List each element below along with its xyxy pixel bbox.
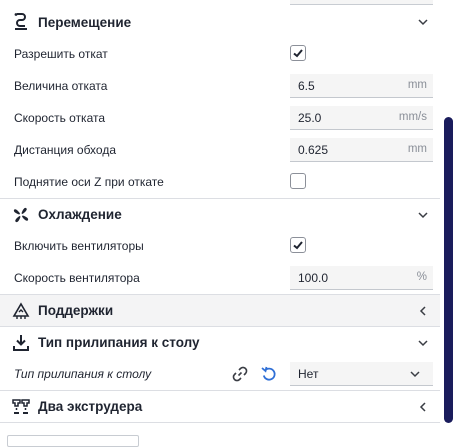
check-icon [293,241,303,250]
vertical-scrollbar[interactable] [444,117,453,423]
dual-extruder-icon [12,398,30,416]
section-header-travel[interactable]: Перемещение [0,6,440,38]
retraction-amount-field[interactable]: 6.5 mm [290,74,433,98]
setting-row-retraction-amount: Величина отката 6.5 mm [0,70,440,102]
field-value: 25.0 [298,111,322,125]
setting-row-fan-enable: Включить вентиляторы [0,230,440,262]
section-header-adhesion[interactable]: Тип прилипания к столу [0,326,440,358]
field-value: 100.0 [298,271,329,285]
previous-setting-field[interactable] [290,0,433,5]
section-header-support[interactable]: Поддержки [0,294,440,326]
fan-speed-field[interactable]: 100.0 % [290,266,433,290]
field-unit: mm [407,143,427,155]
chevron-down-icon[interactable] [416,208,430,222]
field-unit: mm [407,79,427,91]
reset-icon[interactable] [260,365,278,383]
setting-row-z-hop: Поднятие оси Z при откате [0,166,440,198]
setting-label: Скорость вентилятора [14,271,140,285]
section-divider [0,422,440,424]
travel-icon [12,13,30,31]
setting-row-adhesion-type: Тип прилипания к столу Нет [0,358,440,390]
section-title-cooling: Охлаждение [38,207,122,222]
setting-label: Поднятие оси Z при откате [14,175,164,189]
setting-label: Включить вентиляторы [14,239,144,253]
retraction-enable-checkbox[interactable] [290,45,306,61]
fan-enable-checkbox[interactable] [290,237,306,253]
setting-label: Скорость отката [14,111,106,125]
adhesion-type-select[interactable]: Нет [290,362,433,386]
chevron-down-icon[interactable] [416,15,430,29]
chevron-left-icon[interactable] [416,304,430,318]
setting-row-fan-speed: Скорость вентилятора 100.0 % [0,262,440,294]
fan-icon [12,206,30,224]
field-unit: % [416,271,427,283]
section-title-adhesion: Тип прилипания к столу [38,335,200,350]
section-header-cooling[interactable]: Охлаждение [0,198,440,230]
bottom-button[interactable] [7,435,139,447]
retraction-speed-field[interactable]: 25.0 mm/s [290,106,433,130]
setting-label: Дистанция обхода [14,143,116,157]
bed-adhesion-icon [12,334,30,352]
z-hop-checkbox[interactable] [290,173,306,189]
section-title-travel: Перемещение [38,14,132,30]
setting-label: Величина отката [14,79,108,93]
section-title-dual: Два экструдера [38,399,143,414]
chevron-left-icon[interactable] [416,400,430,414]
chevron-down-icon [410,371,420,378]
avoid-distance-field[interactable]: 0.625 mm [290,138,433,162]
field-value: 6.5 [298,79,315,93]
setting-label: Тип прилипания к столу [14,367,152,381]
chevron-down-icon[interactable] [416,336,430,350]
setting-row-retraction-speed: Скорость отката 25.0 mm/s [0,102,440,134]
section-header-dual[interactable]: Два экструдера [0,390,440,422]
link-icon[interactable] [231,365,249,383]
setting-row-avoid-distance: Дистанция обхода 0.625 mm [0,134,440,166]
print-settings-panel: Перемещение Разрешить откат Величина отк… [0,0,440,441]
select-value: Нет [298,367,319,381]
support-icon [12,302,30,320]
check-icon [293,49,303,58]
field-unit: mm/s [398,111,427,123]
setting-label: Разрешить откат [14,47,108,61]
section-title-support: Поддержки [38,303,114,318]
field-value: 0.625 [298,143,329,157]
setting-row-retraction-enable: Разрешить откат [0,38,440,70]
